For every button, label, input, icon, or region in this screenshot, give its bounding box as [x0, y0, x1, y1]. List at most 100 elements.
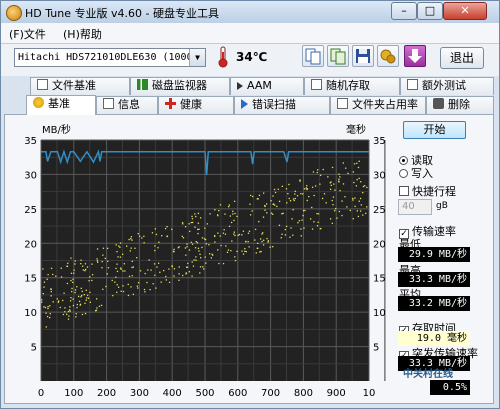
access-time-point [204, 227, 206, 229]
access-time-point [334, 189, 336, 191]
tab-folder-usage[interactable]: 文件夹占用率 [330, 96, 426, 114]
access-time-point [212, 254, 214, 256]
tab-disk-monitor[interactable]: 磁盘监视器 [130, 77, 230, 95]
access-time-value: 19.0 毫秒 [398, 331, 470, 346]
access-time-point [287, 193, 289, 195]
bar-chart-icon [137, 79, 148, 90]
access-time-point [121, 253, 124, 255]
access-time-point [292, 234, 294, 236]
access-time-point [303, 188, 306, 190]
access-time-point [72, 298, 74, 300]
tab-extra-tests[interactable]: 额外测试 [400, 77, 494, 95]
access-time-point [155, 233, 158, 236]
menu-file[interactable]: (F)文件 [9, 26, 46, 42]
copy-screenshot-icon[interactable] [327, 45, 349, 67]
exit-button[interactable]: 退出 [440, 47, 484, 69]
save-icon[interactable] [352, 45, 374, 67]
arrow-icon [241, 99, 248, 109]
access-time-point [137, 233, 139, 235]
access-time-point [203, 268, 205, 270]
copy-text-icon[interactable] [302, 45, 324, 67]
access-time-point [79, 303, 82, 306]
menu-help[interactable]: (H)帮助 [63, 26, 102, 42]
access-time-point [195, 215, 197, 218]
benchmark-icon [33, 97, 44, 108]
document-icon [407, 79, 418, 90]
access-time-point [356, 179, 358, 181]
tab-error-scan[interactable]: 错误扫描 [234, 96, 330, 114]
write-radio[interactable]: 写入 [399, 165, 433, 181]
tab-health[interactable]: 健康 [158, 96, 234, 114]
access-time-point [186, 266, 188, 268]
tab-file-benchmark[interactable]: 文件基准 [30, 77, 130, 95]
maximize-button[interactable]: □ [417, 2, 443, 20]
access-time-point [259, 251, 261, 253]
access-time-point [41, 301, 43, 303]
document-icon [37, 79, 48, 90]
chevron-down-icon[interactable]: ▼ [189, 49, 205, 66]
access-time-point [339, 176, 341, 178]
access-time-point [128, 275, 131, 278]
start-button[interactable]: 开始 [403, 121, 466, 139]
access-time-point [136, 257, 138, 259]
access-time-point [332, 204, 334, 206]
tab-info[interactable]: 信息 [96, 96, 158, 114]
access-time-point [199, 253, 201, 255]
access-time-point [254, 239, 256, 241]
access-time-point [263, 205, 266, 207]
y-tick-label-right: 15 [373, 274, 386, 285]
access-time-point [44, 306, 47, 309]
access-time-point [47, 274, 49, 276]
download-arrow-icon[interactable] [404, 45, 426, 67]
access-time-point [115, 276, 117, 278]
y-tick-label-left: 25 [24, 205, 37, 216]
access-time-point [148, 259, 150, 261]
access-time-point [365, 212, 367, 215]
access-time-point [319, 174, 322, 177]
access-time-point [296, 195, 299, 197]
access-time-point [107, 260, 109, 262]
x-tick-label: 200 [97, 388, 116, 399]
tab-label: 磁盘监视器 [152, 79, 207, 92]
minimize-button[interactable]: – [391, 2, 417, 20]
access-time-point [317, 221, 319, 223]
access-time-point [89, 291, 91, 294]
access-time-point [102, 254, 104, 256]
access-time-point [280, 237, 282, 239]
tab-random-access[interactable]: 随机存取 [304, 77, 400, 95]
access-time-point [224, 233, 227, 235]
access-time-point [244, 248, 246, 250]
access-time-point [106, 273, 108, 275]
drive-select[interactable]: Hitachi HDS721010DLE630 (1000 gB) ▼ [14, 48, 206, 67]
access-time-point [214, 241, 216, 243]
quick-test-size[interactable]: 40 [398, 199, 432, 215]
tab-aam[interactable]: AAM [230, 77, 304, 95]
access-time-point [173, 268, 176, 270]
access-time-point [191, 218, 194, 220]
access-time-point [185, 254, 187, 256]
access-time-point [64, 311, 66, 313]
access-time-point [366, 206, 368, 208]
x-tick-label: 100 [64, 388, 83, 399]
access-time-point [47, 307, 49, 310]
access-time-point [286, 202, 288, 204]
access-time-point [57, 301, 60, 303]
options-icon[interactable] [377, 45, 399, 67]
tab-erase[interactable]: 删除 [426, 96, 494, 114]
quick-test-checkbox[interactable]: 快捷行程 [399, 183, 456, 199]
access-time-point [101, 267, 103, 269]
access-time-point [248, 230, 251, 232]
access-time-point [70, 272, 73, 274]
access-time-point [137, 282, 140, 284]
access-time-point [96, 307, 98, 309]
access-time-point [258, 220, 260, 223]
access-time-point [316, 225, 319, 227]
access-time-point [313, 221, 315, 223]
tab-benchmark[interactable]: 基准 [26, 95, 96, 115]
tab-label: 删除 [448, 98, 470, 111]
access-time-point [184, 247, 187, 249]
access-time-point [359, 210, 362, 212]
close-button[interactable]: ✕ [443, 2, 487, 20]
access-time-point [41, 299, 43, 301]
access-time-point [81, 294, 83, 297]
